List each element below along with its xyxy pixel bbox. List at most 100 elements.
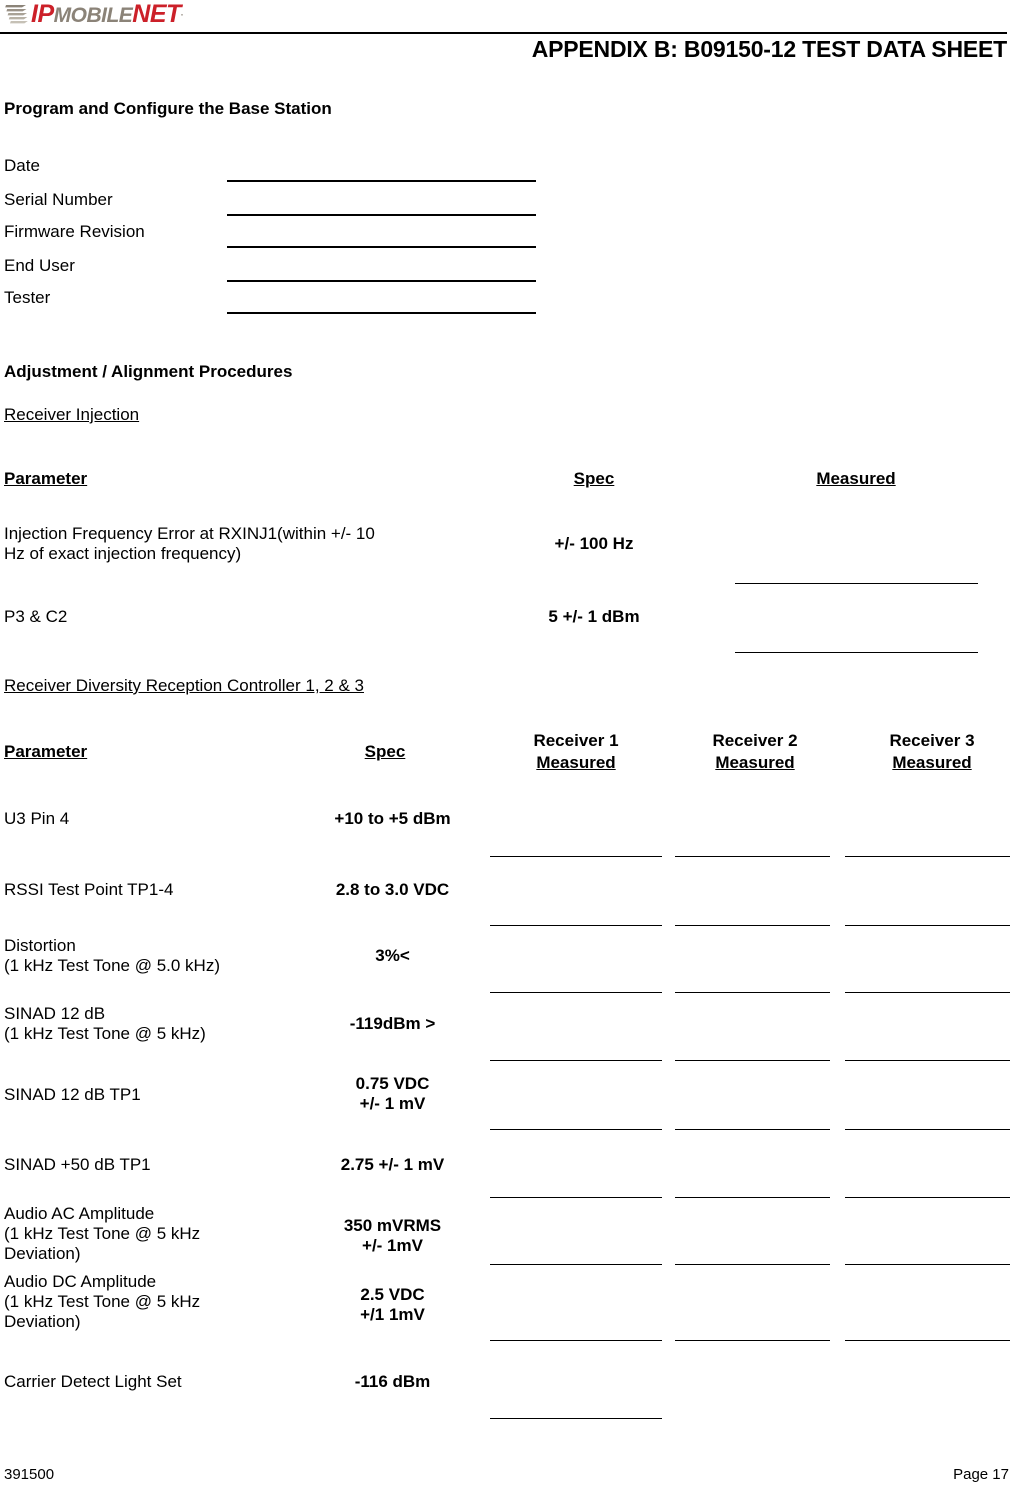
field-input-tester[interactable]	[227, 312, 536, 314]
measured-input-rx3[interactable]	[845, 992, 1010, 993]
measured-input-rx2[interactable]	[675, 856, 830, 857]
table-row: Carrier Detect Light Set	[4, 1372, 182, 1392]
column-header-receiver-1: Receiver 1 Measured	[506, 730, 646, 774]
param-text-line1: Carrier Detect Light Set	[4, 1372, 182, 1391]
param-text-line2: (1 kHz Test Tone @ 5 kHz)	[4, 1024, 206, 1043]
measured-input-injection-frequency[interactable]	[735, 583, 978, 584]
spec-line2: +/- 1 mV	[359, 1094, 426, 1113]
measured-input-rx2[interactable]	[675, 1197, 830, 1198]
param-text-line3: Deviation)	[4, 1244, 81, 1263]
param-text-line1: SINAD +50 dB TP1	[4, 1155, 151, 1174]
receiver-2-line2: Measured	[715, 753, 795, 772]
param-text-line1: Distortion	[4, 936, 76, 955]
measured-input-rx1[interactable]	[490, 992, 662, 993]
measured-input-p3-c2[interactable]	[735, 652, 978, 653]
column-header-receiver-2: Receiver 2 Measured	[685, 730, 825, 774]
field-label-tester: Tester	[4, 288, 51, 307]
param-text-line2: Hz of exact injection frequency)	[4, 544, 242, 563]
column-header-spec-1: Spec	[573, 469, 615, 488]
spec-line1: 2.5 VDC	[360, 1285, 425, 1304]
measured-input-rx3[interactable]	[845, 1129, 1010, 1130]
receiver-3-line2: Measured	[892, 753, 972, 772]
column-header-spec-2: Spec	[364, 742, 406, 761]
column-header-parameter-2: Parameter	[4, 742, 88, 761]
measured-input-rx1[interactable]	[490, 1418, 662, 1419]
measured-input-rx1[interactable]	[490, 1340, 662, 1341]
table-row: Distortion (1 kHz Test Tone @ 5.0 kHz)	[4, 936, 220, 976]
spec-value: 0.75 VDC +/- 1 mV	[250, 1074, 535, 1114]
measured-input-rx3[interactable]	[845, 856, 1010, 857]
spec-line2: +/- 1mV	[362, 1236, 423, 1255]
measured-input-rx1[interactable]	[490, 1264, 662, 1265]
table-row: SINAD +50 dB TP1	[4, 1155, 151, 1175]
param-text-line1: P3 & C2	[4, 607, 68, 626]
param-text-line2: (1 kHz Test Tone @ 5.0 kHz)	[4, 956, 220, 975]
logo-trademark: .	[180, 7, 184, 18]
measured-input-rx2[interactable]	[675, 1264, 830, 1265]
receiver-2-line1: Receiver 2	[712, 731, 798, 750]
spec-value: 2.8 to 3.0 VDC	[335, 880, 450, 899]
measured-input-rx3[interactable]	[845, 925, 1010, 926]
logo-text-mobile: MOBILE	[53, 3, 133, 27]
measured-input-rx3[interactable]	[845, 1197, 1010, 1198]
field-label-firmware-revision: Firmware Revision	[4, 222, 145, 241]
measured-input-rx2[interactable]	[675, 1129, 830, 1130]
param-text-line2: (1 kHz Test Tone @ 5 kHz	[4, 1292, 201, 1311]
spec-value: +/- 100 Hz	[554, 534, 634, 553]
field-input-firmware-revision[interactable]	[227, 246, 536, 248]
spec-value: 350 mVRMS +/- 1mV	[250, 1216, 535, 1256]
footer-page-number: Page 17	[953, 1466, 1009, 1483]
receiver-1-line2: Measured	[536, 753, 616, 772]
spec-value: +10 to +5 dBm	[334, 809, 451, 828]
spec-value: -119dBm >	[349, 1014, 436, 1033]
table-row: U3 Pin 4	[4, 809, 69, 829]
param-text-line1: Audio DC Amplitude	[4, 1272, 157, 1291]
swoosh-icon	[5, 5, 28, 24]
measured-input-rx1[interactable]	[490, 1197, 662, 1198]
logo-text-ip: IP	[31, 0, 54, 28]
field-input-date[interactable]	[227, 180, 536, 182]
measured-input-rx3[interactable]	[845, 1060, 1010, 1061]
column-header-receiver-3: Receiver 3 Measured	[862, 730, 1002, 774]
ipmobilenet-logo: IPMOBILENET.	[4, 1, 183, 27]
section-heading-adjustment: Adjustment / Alignment Procedures	[4, 362, 293, 381]
subsection-heading-receiver-diversity: Receiver Diversity Reception Controller …	[4, 676, 364, 695]
param-text-line2: (1 kHz Test Tone @ 5 kHz	[4, 1224, 201, 1243]
table-row: Audio AC Amplitude (1 kHz Test Tone @ 5 …	[4, 1204, 200, 1264]
table-row: Audio DC Amplitude (1 kHz Test Tone @ 5 …	[4, 1272, 200, 1332]
spec-value: 3%<	[375, 946, 410, 965]
subsection-heading-receiver-injection: Receiver Injection	[4, 405, 140, 424]
param-text-line3: Deviation)	[4, 1312, 81, 1331]
measured-input-rx2[interactable]	[675, 1060, 830, 1061]
measured-input-rx1[interactable]	[490, 856, 662, 857]
logo-text-net: NET	[132, 0, 181, 28]
document-page: IPMOBILENET. APPENDIX B: B09150-12 TEST …	[0, 0, 1015, 1501]
param-text-line1: SINAD 12 dB	[4, 1004, 106, 1023]
column-header-parameter-1: Parameter	[4, 469, 88, 488]
measured-input-rx2[interactable]	[675, 925, 830, 926]
table-row: RSSI Test Point TP1-4	[4, 880, 173, 900]
table-row: Injection Frequency Error at RXINJ1(with…	[4, 524, 504, 564]
measured-input-rx1[interactable]	[490, 1129, 662, 1130]
table-row: SINAD 12 dB TP1	[4, 1085, 141, 1105]
field-label-end-user: End User	[4, 256, 75, 275]
measured-input-rx3[interactable]	[845, 1340, 1010, 1341]
header-divider	[0, 32, 1007, 34]
measured-input-rx3[interactable]	[845, 1264, 1010, 1265]
measured-input-rx2[interactable]	[675, 1340, 830, 1341]
spec-value: 2.75 +/- 1 mV	[340, 1155, 445, 1174]
field-label-serial-number: Serial Number	[4, 190, 113, 209]
measured-input-rx2[interactable]	[675, 992, 830, 993]
footer-document-number: 391500	[4, 1466, 55, 1483]
measured-input-rx1[interactable]	[490, 1060, 662, 1061]
table-row: SINAD 12 dB (1 kHz Test Tone @ 5 kHz)	[4, 1004, 206, 1044]
field-label-date: Date	[4, 156, 40, 175]
param-text-line1: Injection Frequency Error at RXINJ1(with…	[4, 524, 375, 543]
field-input-serial-number[interactable]	[227, 214, 536, 216]
param-text-line1: SINAD 12 dB TP1	[4, 1085, 141, 1104]
field-input-end-user[interactable]	[227, 280, 536, 282]
measured-input-rx1[interactable]	[490, 925, 662, 926]
param-text-line1: Audio AC Amplitude	[4, 1204, 155, 1223]
spec-line2: +/1 1mV	[360, 1305, 425, 1324]
spec-value: 2.5 VDC +/1 1mV	[250, 1285, 535, 1325]
